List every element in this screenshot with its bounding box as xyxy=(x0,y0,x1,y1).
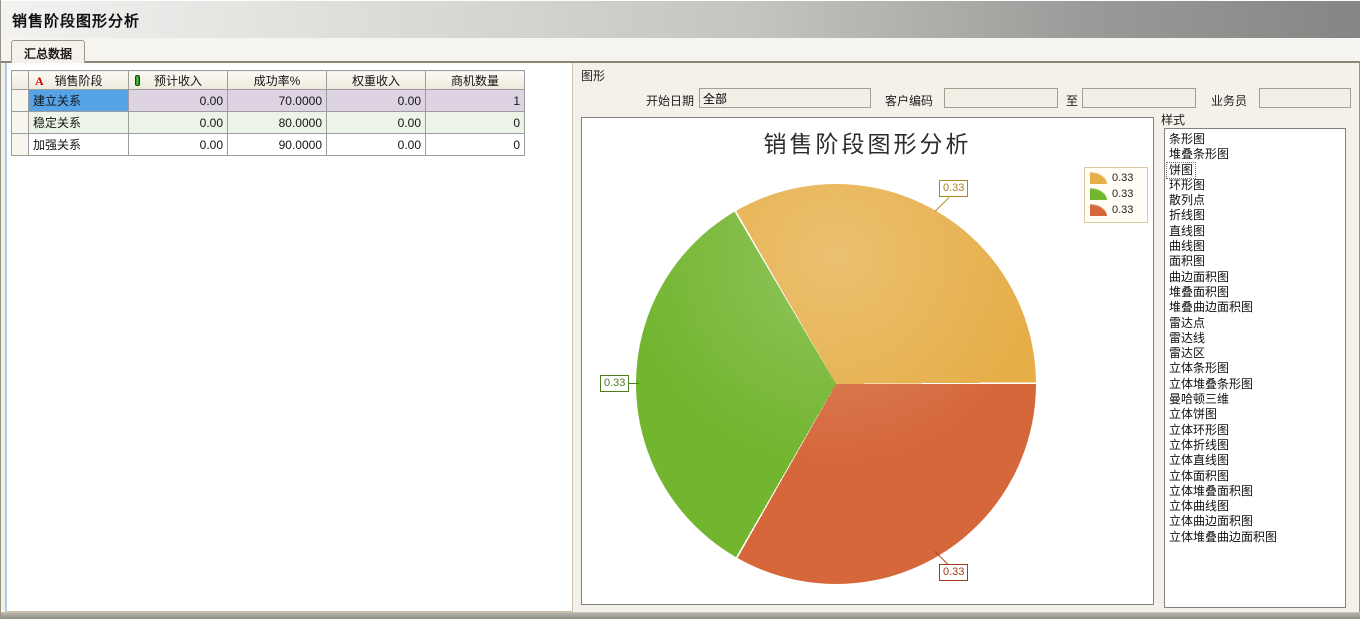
cell-opportunity-count[interactable]: 0 xyxy=(426,134,525,156)
window-bottom-frame xyxy=(1,612,1360,619)
start-date-label: 开始日期 xyxy=(646,92,694,109)
chart-legend: 0.33 0.33 0.33 xyxy=(1084,167,1148,223)
style-list-item[interactable]: 堆叠条形图 xyxy=(1167,146,1345,161)
table-header-row: A 销售阶段 预计收入 成功率% 权重收入 商机数量 xyxy=(12,71,525,90)
salesman-input[interactable] xyxy=(1259,88,1351,108)
callout-label: 0.33 xyxy=(600,375,629,392)
style-list-item[interactable]: 面积图 xyxy=(1167,253,1345,268)
style-list-item[interactable]: 堆叠面积图 xyxy=(1167,284,1345,299)
pie-gloss xyxy=(636,184,1036,584)
style-list-item[interactable]: 条形图 xyxy=(1167,131,1345,146)
chart-title: 销售阶段图形分析 xyxy=(582,125,1153,159)
cell-success-rate[interactable]: 70.0000 xyxy=(228,90,327,112)
tab-summary-data[interactable]: 汇总数据 xyxy=(11,40,85,63)
legend-item: 0.33 xyxy=(1090,204,1143,216)
style-list-item[interactable]: 曼哈顿三维 xyxy=(1167,391,1345,406)
cell-weighted-income[interactable]: 0.00 xyxy=(327,112,426,134)
tab-strip xyxy=(1,38,1360,63)
chart-area: 销售阶段图形分析 0.33 0.33 0.33 0.33 0.33 0.33 xyxy=(581,117,1154,605)
legend-item: 0.33 xyxy=(1090,172,1143,184)
style-list-item[interactable]: 立体曲线图 xyxy=(1167,498,1345,513)
table-row[interactable]: 稳定关系 0.00 80.0000 0.00 0 xyxy=(12,112,525,134)
callout-label: 0.33 xyxy=(939,564,968,581)
cell-stage[interactable]: 建立关系 xyxy=(29,90,129,112)
legend-swatch xyxy=(1090,188,1107,200)
customer-code-to-input[interactable] xyxy=(1082,88,1196,108)
salesman-label: 业务员 xyxy=(1211,92,1247,109)
style-list-item[interactable]: 立体直线图 xyxy=(1167,452,1345,467)
style-list-item[interactable]: 饼图 xyxy=(1167,162,1345,177)
style-list-item[interactable]: 立体曲边面积图 xyxy=(1167,513,1345,528)
cell-success-rate[interactable]: 80.0000 xyxy=(228,112,327,134)
window-titlebar: 销售阶段图形分析 xyxy=(1,0,1360,38)
summary-grid-panel: A 销售阶段 预计收入 成功率% 权重收入 商机数量 建立关系 0.00 70.… xyxy=(5,63,573,612)
cell-weighted-income[interactable]: 0.00 xyxy=(327,134,426,156)
app-window: { "window": { "title": "销售阶段图形分析" }, "ta… xyxy=(0,0,1360,619)
cell-weighted-income[interactable]: 0.00 xyxy=(327,90,426,112)
style-list-item[interactable]: 立体环形图 xyxy=(1167,422,1345,437)
sort-a-icon: A xyxy=(35,74,44,89)
row-selector[interactable] xyxy=(12,112,29,134)
style-panel-title: 样式 xyxy=(1161,111,1185,128)
chart-style-listbox[interactable]: 条形图 堆叠条形图 饼图 环形图 散列点 折线图 直线图 曲线图 面积图 曲边面… xyxy=(1164,128,1346,608)
style-list-item[interactable]: 雷达区 xyxy=(1167,345,1345,360)
style-list-item[interactable]: 堆叠曲边面积图 xyxy=(1167,299,1345,314)
legend-swatch xyxy=(1090,204,1107,216)
cell-opportunity-count[interactable]: 0 xyxy=(426,112,525,134)
column-header-expected-income[interactable]: 预计收入 xyxy=(129,71,228,90)
style-list-item[interactable]: 散列点 xyxy=(1167,192,1345,207)
pie xyxy=(636,184,1036,584)
row-selector-header[interactable] xyxy=(12,71,29,90)
style-list-item[interactable]: 立体面积图 xyxy=(1167,468,1345,483)
column-header-stage[interactable]: A 销售阶段 xyxy=(29,71,129,90)
graph-panel: 图形 开始日期 客户编码 至 业务员 销售阶段图形分析 0.33 0.33 0.… xyxy=(578,63,1355,612)
customer-code-from-input[interactable] xyxy=(944,88,1058,108)
callout-label: 0.33 xyxy=(939,180,968,197)
style-list-item[interactable]: 雷达线 xyxy=(1167,330,1345,345)
cell-stage[interactable]: 加强关系 xyxy=(29,134,129,156)
cell-stage[interactable]: 稳定关系 xyxy=(29,112,129,134)
style-list-item[interactable]: 立体折线图 xyxy=(1167,437,1345,452)
cell-opportunity-count[interactable]: 1 xyxy=(426,90,525,112)
cell-success-rate[interactable]: 90.0000 xyxy=(228,134,327,156)
row-selector[interactable] xyxy=(12,90,29,112)
style-list-item[interactable]: 立体堆叠曲边面积图 xyxy=(1167,529,1345,544)
graph-panel-title: 图形 xyxy=(581,67,605,84)
legend-item: 0.33 xyxy=(1090,188,1143,200)
style-list-item[interactable]: 折线图 xyxy=(1167,207,1345,222)
style-list-item[interactable]: 直线图 xyxy=(1167,223,1345,238)
style-list-item[interactable]: 立体堆叠条形图 xyxy=(1167,376,1345,391)
style-list-item[interactable]: 曲线图 xyxy=(1167,238,1345,253)
to-label: 至 xyxy=(1066,92,1078,109)
table-row[interactable]: 加强关系 0.00 90.0000 0.00 0 xyxy=(12,134,525,156)
callout-leader xyxy=(935,197,950,212)
window-title: 销售阶段图形分析 xyxy=(12,10,140,31)
cell-expected-income[interactable]: 0.00 xyxy=(129,112,228,134)
style-list-item[interactable]: 雷达点 xyxy=(1167,315,1345,330)
column-header-weighted-income[interactable]: 权重收入 xyxy=(327,71,426,90)
start-date-input[interactable] xyxy=(699,88,871,108)
sales-stage-table: A 销售阶段 预计收入 成功率% 权重收入 商机数量 建立关系 0.00 70.… xyxy=(11,70,525,156)
row-selector[interactable] xyxy=(12,134,29,156)
style-list-item[interactable]: 曲边面积图 xyxy=(1167,269,1345,284)
style-list-item[interactable]: 立体堆叠面积图 xyxy=(1167,483,1345,498)
style-list-item[interactable]: 立体饼图 xyxy=(1167,406,1345,421)
cell-expected-income[interactable]: 0.00 xyxy=(129,90,228,112)
table-row[interactable]: 建立关系 0.00 70.0000 0.00 1 xyxy=(12,90,525,112)
field-indicator-icon xyxy=(135,75,140,86)
column-header-opportunity-count[interactable]: 商机数量 xyxy=(426,71,525,90)
style-list-item[interactable]: 立体条形图 xyxy=(1167,360,1345,375)
legend-swatch xyxy=(1090,172,1107,184)
style-list-item[interactable]: 环形图 xyxy=(1167,177,1345,192)
customer-code-label: 客户编码 xyxy=(885,92,933,109)
cell-expected-income[interactable]: 0.00 xyxy=(129,134,228,156)
column-header-success-rate[interactable]: 成功率% xyxy=(228,71,327,90)
